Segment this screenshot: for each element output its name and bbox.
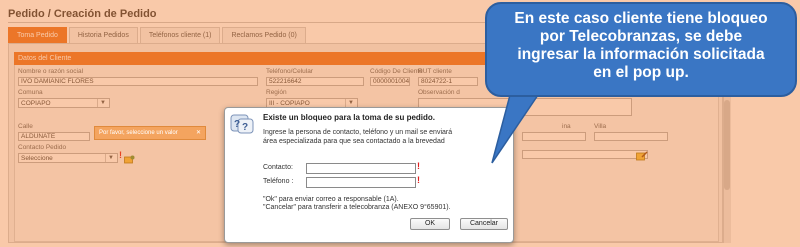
callout-bubble: En este caso cliente tiene bloqueo por T… <box>485 2 797 97</box>
contact-label: Contacto: <box>263 164 293 171</box>
validation-tooltip: Por favor, seleccione un valor ✕ <box>94 126 206 140</box>
dialog-instruction-cancel: "Cancelar" para transferir a telecobranz… <box>263 204 451 211</box>
dialog-instruction-ok: "Ok" para enviar correo a responsable (1… <box>263 196 399 203</box>
phone-required-icon: ! <box>417 175 420 185</box>
close-icon[interactable]: ✕ <box>196 127 201 139</box>
phone-input-label: Teléfono : <box>263 178 294 185</box>
dialog-message: Ingrese la persona de contacto, teléfono… <box>263 128 508 146</box>
question-icon: ? ? <box>230 113 254 135</box>
ok-button[interactable]: OK <box>410 218 450 230</box>
tooltip-text: Por favor, seleccione un valor <box>99 130 178 136</box>
contact-input[interactable] <box>306 163 416 174</box>
contact-required-icon: ! <box>417 161 420 171</box>
phone-input[interactable] <box>306 177 416 188</box>
dialog-instructions: "Ok" para enviar correo a responsable (1… <box>263 196 508 212</box>
callout-line-4: en el pop up. <box>593 64 689 81</box>
dialog-message-line-1: Ingrese la persona de contacto, teléfono… <box>263 129 453 136</box>
cancel-button[interactable]: Cancelar <box>460 218 508 230</box>
callout-line-2: por Telecobranzas, se debe <box>539 28 743 45</box>
callout-pointer <box>491 94 540 164</box>
dialog-message-line-2: área especializada para que sea contacta… <box>263 138 445 145</box>
svg-text:?: ? <box>242 122 248 133</box>
svg-text:?: ? <box>234 119 240 130</box>
callout-line-3: ingresar la información solicitada <box>517 46 765 63</box>
dialog-title: Existe un bloqueo para la toma de su ped… <box>263 113 436 122</box>
callout-line-1: En este caso cliente tiene bloqueo <box>514 10 768 27</box>
